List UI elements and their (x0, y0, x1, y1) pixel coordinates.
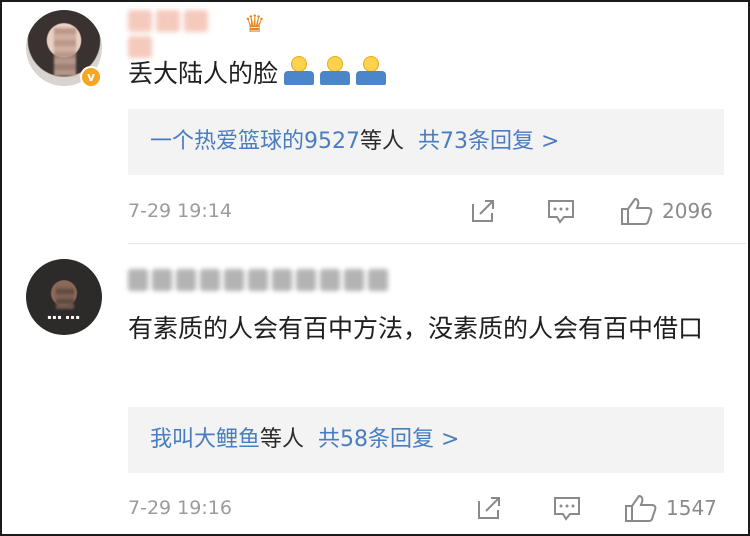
reply-author-link[interactable]: 我叫大鲤鱼 (150, 427, 260, 452)
avatar-blur (56, 287, 74, 309)
share-icon (478, 497, 500, 519)
reply-suffix: 等人 (260, 427, 305, 452)
crown-icon: ♛ (244, 10, 266, 38)
reply-count-link[interactable]: 共58条回复 > (318, 427, 459, 452)
avatar-caption-blurred: ▪▪▪ ▪▪▪ (47, 314, 81, 321)
comment-meta: 7-29 19:14 2096 (128, 196, 724, 226)
reply-author-link[interactable]: 一个热爱篮球的9527 (150, 129, 360, 154)
share-button[interactable] (468, 196, 498, 226)
shrug-emoji-icon (284, 56, 315, 86)
replies-preview[interactable]: 我叫大鲤鱼等人 共58条回复 > (128, 407, 724, 473)
comment-text: 丢大陆人的脸 (128, 54, 710, 94)
avatar[interactable]: ▪▪▪ ▪▪▪ (26, 259, 102, 335)
comment-icon (554, 497, 580, 521)
like-button[interactable]: 2096 (620, 196, 730, 226)
shrug-emoji-icon (356, 56, 387, 86)
like-count: 2096 (662, 199, 713, 223)
comment-meta: 7-29 19:16 1547 (128, 493, 724, 523)
thumbs-up-icon (625, 494, 657, 522)
comment-item: ▪▪▪ ▪▪▪ 有素质的人会有百中方法，没素质的人会有百中借口 我叫大鲤鱼等人共… (0, 244, 750, 536)
username-blurred[interactable] (128, 10, 238, 58)
like-button[interactable]: 1547 (624, 493, 734, 523)
like-count: 1547 (666, 496, 717, 520)
shrug-emoji-icon (320, 56, 351, 86)
avatar-blur (54, 28, 76, 76)
thumbs-up-icon (621, 197, 653, 225)
reply-suffix: 等人 (360, 129, 405, 154)
comment-text-content: 丢大陆人的脸 (128, 59, 279, 88)
share-icon (472, 200, 494, 222)
reply-count-link[interactable]: 共73条回复 > (418, 129, 559, 154)
comment-item: v ♛ 丢大陆人的脸 一个热爱篮球的9527等人 共73条回复 > 7-29 19… (0, 0, 750, 243)
comment-text: 有素质的人会有百中方法，没素质的人会有百中借口 (128, 314, 704, 343)
comment-button[interactable] (546, 196, 576, 226)
share-button[interactable] (474, 493, 504, 523)
verified-badge-icon: v (80, 66, 102, 88)
timestamp: 7-29 19:16 (128, 497, 232, 519)
replies-preview[interactable]: 一个热爱篮球的9527等人 共73条回复 > (128, 109, 724, 175)
comment-button[interactable] (552, 493, 582, 523)
username-blurred[interactable] (128, 269, 408, 299)
comment-icon (548, 200, 574, 224)
timestamp: 7-29 19:14 (128, 200, 232, 222)
